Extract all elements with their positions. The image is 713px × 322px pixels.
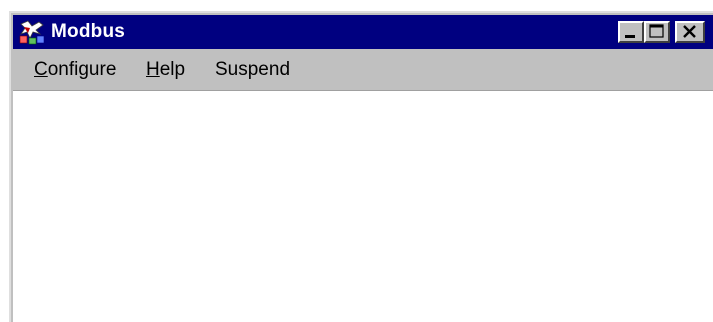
maximize-icon	[649, 24, 664, 38]
menu-configure-accel: C	[34, 59, 48, 80]
menu-help-rest: elp	[159, 59, 186, 80]
maximize-button[interactable]	[644, 21, 670, 43]
menu-bar: Configure Help Suspend	[13, 49, 713, 89]
title-bar[interactable]: Modbus	[13, 15, 713, 49]
window-title: Modbus	[51, 21, 126, 42]
minimize-icon	[625, 35, 635, 38]
close-button[interactable]	[675, 21, 705, 43]
app-window: Modbus Configure Help Suspend	[9, 11, 713, 322]
client-area[interactable]	[13, 90, 713, 322]
menu-configure-rest: onfigure	[47, 59, 117, 80]
menu-help[interactable]: Help	[146, 59, 185, 81]
menu-help-accel: H	[146, 59, 160, 80]
close-icon	[683, 25, 696, 38]
menu-suspend[interactable]: Suspend	[215, 59, 290, 81]
modbus-app-icon	[19, 20, 45, 45]
minimize-button[interactable]	[618, 21, 644, 43]
menu-configure[interactable]: Configure	[34, 59, 116, 81]
